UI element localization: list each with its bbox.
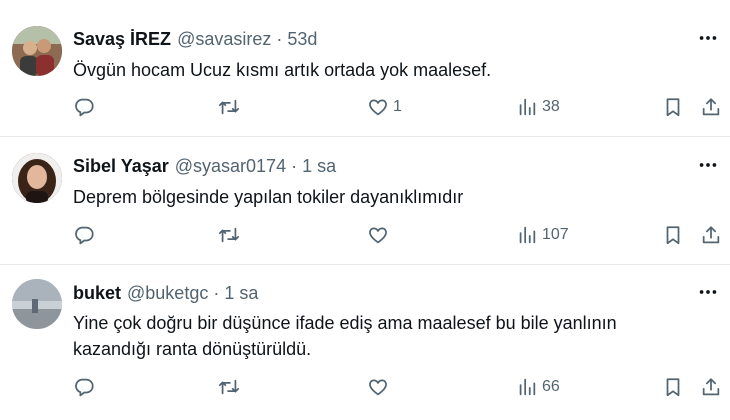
more-button[interactable] bbox=[696, 153, 720, 177]
reply-icon bbox=[75, 226, 94, 245]
like-button[interactable] bbox=[367, 375, 393, 399]
reply-icon bbox=[75, 378, 94, 397]
separator: · bbox=[213, 282, 220, 303]
retweet-icon bbox=[218, 379, 240, 395]
retweet-icon bbox=[218, 227, 240, 243]
timestamp[interactable]: 1 sa bbox=[302, 156, 336, 177]
tweet-text: Deprem bölgesinde yapılan tokiler dayanı… bbox=[73, 187, 464, 207]
bookmark-button[interactable] bbox=[662, 223, 684, 247]
like-button[interactable] bbox=[367, 223, 393, 247]
reply-button[interactable] bbox=[73, 375, 95, 399]
author-name[interactable]: Sibel Yaşar bbox=[73, 156, 169, 177]
views-button[interactable]: 66 bbox=[516, 375, 560, 399]
bookmark-button[interactable] bbox=[662, 95, 684, 119]
more-icon bbox=[699, 290, 717, 294]
share-icon bbox=[702, 226, 720, 244]
author-handle[interactable]: @buketgc bbox=[127, 283, 208, 304]
views-count: 107 bbox=[542, 226, 569, 243]
retweet-button[interactable] bbox=[218, 375, 240, 399]
tweet-header: Sibel Yaşar @syasar0174 · 1 sa bbox=[73, 154, 336, 178]
like-icon bbox=[369, 379, 387, 396]
tweet[interactable]: buket @buketgc · 1 sa Yine çok doğru bir… bbox=[0, 265, 730, 420]
more-button[interactable] bbox=[696, 280, 720, 304]
share-button[interactable] bbox=[700, 375, 722, 399]
views-icon bbox=[519, 378, 536, 396]
views-count: 38 bbox=[542, 98, 560, 115]
tweet-header: buket @buketgc · 1 sa bbox=[73, 281, 258, 305]
more-button[interactable] bbox=[696, 26, 720, 50]
tweet[interactable]: Savaş İREZ @savasirez · 53d Övgün hocam … bbox=[0, 0, 730, 137]
separator: · bbox=[291, 155, 298, 176]
tweet-header: Savaş İREZ @savasirez · 53d bbox=[73, 27, 317, 51]
views-icon bbox=[519, 226, 536, 244]
like-button[interactable]: 1 bbox=[367, 95, 402, 119]
views-icon bbox=[519, 98, 536, 116]
views-button[interactable]: 38 bbox=[516, 95, 560, 119]
share-icon bbox=[702, 378, 720, 396]
reply-button[interactable] bbox=[73, 223, 95, 247]
reply-icon bbox=[75, 98, 94, 117]
share-icon bbox=[702, 98, 720, 116]
like-icon bbox=[369, 227, 387, 244]
bookmark-icon bbox=[666, 98, 680, 117]
author-name[interactable]: Savaş İREZ bbox=[73, 29, 171, 50]
avatar[interactable] bbox=[12, 26, 62, 76]
more-icon bbox=[699, 163, 717, 167]
retweet-button[interactable] bbox=[218, 223, 240, 247]
timestamp[interactable]: 1 sa bbox=[224, 283, 258, 304]
tweet-text: Yine çok doğru bir düşünce ifade ediş am… bbox=[73, 313, 617, 359]
more-icon bbox=[699, 36, 717, 40]
bookmark-icon bbox=[666, 378, 680, 397]
avatar-image bbox=[12, 26, 62, 76]
avatar[interactable] bbox=[12, 153, 62, 203]
bookmark-button[interactable] bbox=[662, 375, 684, 399]
reply-button[interactable] bbox=[73, 95, 95, 119]
retweet-icon bbox=[218, 99, 240, 115]
author-handle[interactable]: @syasar0174 bbox=[175, 156, 286, 177]
share-button[interactable] bbox=[700, 95, 722, 119]
share-button[interactable] bbox=[700, 223, 722, 247]
avatar[interactable] bbox=[12, 279, 62, 329]
author-name[interactable]: buket bbox=[73, 283, 121, 304]
author-handle[interactable]: @savasirez bbox=[177, 29, 271, 50]
avatar-image bbox=[12, 153, 62, 203]
bookmark-icon bbox=[666, 226, 680, 245]
like-count: 1 bbox=[393, 98, 402, 115]
avatar-image bbox=[12, 279, 62, 329]
views-count: 66 bbox=[542, 378, 560, 395]
separator: · bbox=[276, 28, 283, 49]
tweet-text: Övgün hocam Ucuz kısmı artık ortada yok … bbox=[73, 60, 492, 80]
like-icon bbox=[369, 99, 387, 116]
views-button[interactable]: 107 bbox=[516, 223, 569, 247]
tweet[interactable]: Sibel Yaşar @syasar0174 · 1 sa Deprem bö… bbox=[0, 137, 730, 265]
timestamp[interactable]: 53d bbox=[287, 29, 317, 50]
retweet-button[interactable] bbox=[218, 95, 240, 119]
